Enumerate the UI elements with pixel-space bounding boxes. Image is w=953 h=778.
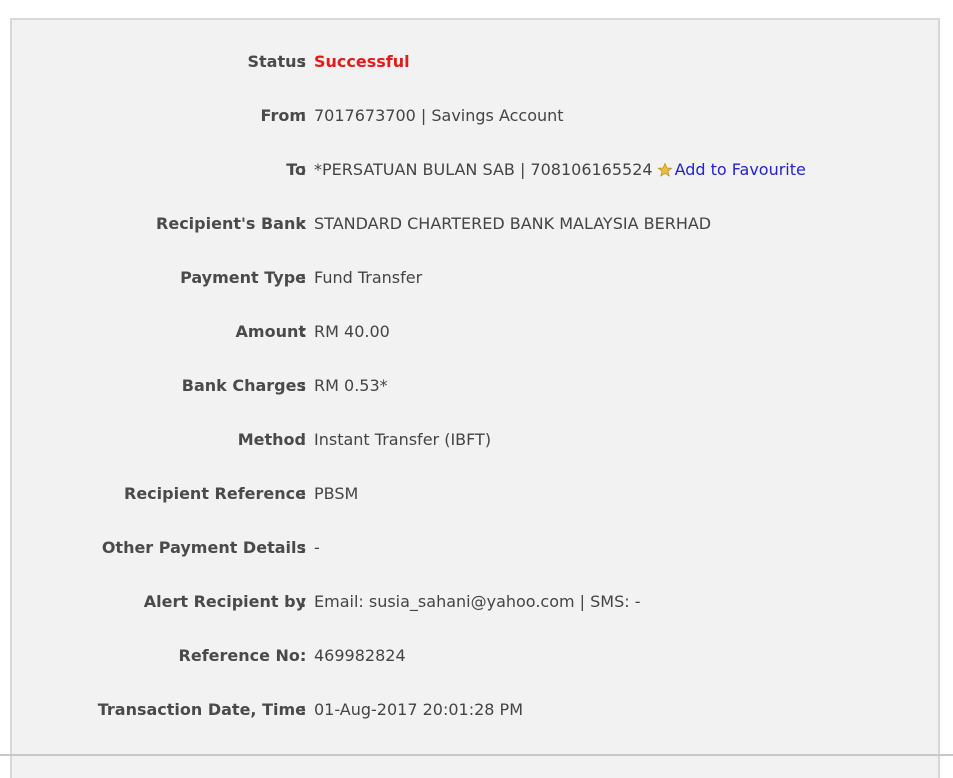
status-label: Status (247, 52, 306, 71)
row-payment-type: Payment Type : Fund Transfer (12, 266, 942, 290)
row-to: To : *PERSATUAN BULAN SAB | 708106165524… (12, 158, 942, 182)
colon: : (300, 376, 307, 395)
alert-recipient-label: Alert Recipient by (143, 592, 306, 611)
colon: : (300, 106, 307, 125)
bank-charges-value: RM 0.53* (314, 376, 388, 395)
row-reference-no: Reference No. : 469982824 (12, 644, 942, 668)
reference-no-label: Reference No. (178, 646, 306, 665)
payment-type-value: Fund Transfer (314, 268, 423, 287)
colon: : (300, 430, 307, 449)
row-method: Method : Instant Transfer (IBFT) (12, 428, 942, 452)
colon: : (300, 214, 307, 233)
bottom-divider (0, 754, 953, 756)
colon: : (300, 52, 307, 71)
colon: : (300, 538, 307, 557)
reference-no-value: 469982824 (314, 646, 406, 665)
transaction-date-value: 01-Aug-2017 20:01:28 PM (314, 700, 523, 719)
add-to-favourite-link[interactable]: Add to Favourite (675, 160, 806, 179)
row-transaction-date: Transaction Date, Time : 01-Aug-2017 20:… (12, 698, 942, 722)
colon: : (300, 484, 307, 503)
bank-charges-label: Bank Charges (181, 376, 306, 395)
row-alert-recipient: Alert Recipient by : Email: susia_sahani… (12, 590, 942, 614)
recipient-reference-value: PBSM (314, 484, 359, 503)
row-other-payment-details: Other Payment Details : - (12, 536, 942, 560)
payment-type-label: Payment Type (180, 268, 306, 287)
colon: : (300, 160, 307, 179)
row-from: From : 7017673700 | Savings Account (12, 104, 942, 128)
amount-value: RM 40.00 (314, 322, 390, 341)
colon: : (300, 592, 307, 611)
recipient-bank-value: STANDARD CHARTERED BANK MALAYSIA BERHAD (314, 214, 712, 233)
method-value: Instant Transfer (IBFT) (314, 430, 492, 449)
method-label: Method (237, 430, 306, 449)
to-account-text: *PERSATUAN BULAN SAB | 708106165524 (314, 160, 653, 179)
colon: : (300, 646, 307, 665)
row-recipient-reference: Recipient Reference : PBSM (12, 482, 942, 506)
star-icon[interactable] (656, 161, 673, 177)
colon: : (300, 268, 307, 287)
row-status: Status : Successful (12, 50, 942, 74)
colon: : (300, 700, 307, 719)
amount-label: Amount (235, 322, 306, 341)
row-recipient-bank: Recipient's Bank : STANDARD CHARTERED BA… (12, 212, 942, 236)
colon: : (300, 322, 307, 341)
other-payment-details-value: - (314, 538, 320, 557)
other-payment-details-label: Other Payment Details (101, 538, 306, 557)
transaction-date-label: Transaction Date, Time (97, 700, 306, 719)
status-value: Successful (314, 52, 410, 71)
transaction-details-panel: Status : Successful From : 7017673700 | … (10, 18, 940, 778)
recipient-bank-label: Recipient's Bank (156, 214, 306, 233)
row-bank-charges: Bank Charges : RM 0.53* (12, 374, 942, 398)
to-value: *PERSATUAN BULAN SAB | 708106165524 Add t… (314, 158, 806, 182)
recipient-reference-label: Recipient Reference (124, 484, 306, 503)
row-amount: Amount : RM 40.00 (12, 320, 942, 344)
from-value: 7017673700 | Savings Account (314, 106, 564, 125)
alert-recipient-value: Email: susia_sahani@yahoo.com | SMS: - (314, 592, 641, 611)
